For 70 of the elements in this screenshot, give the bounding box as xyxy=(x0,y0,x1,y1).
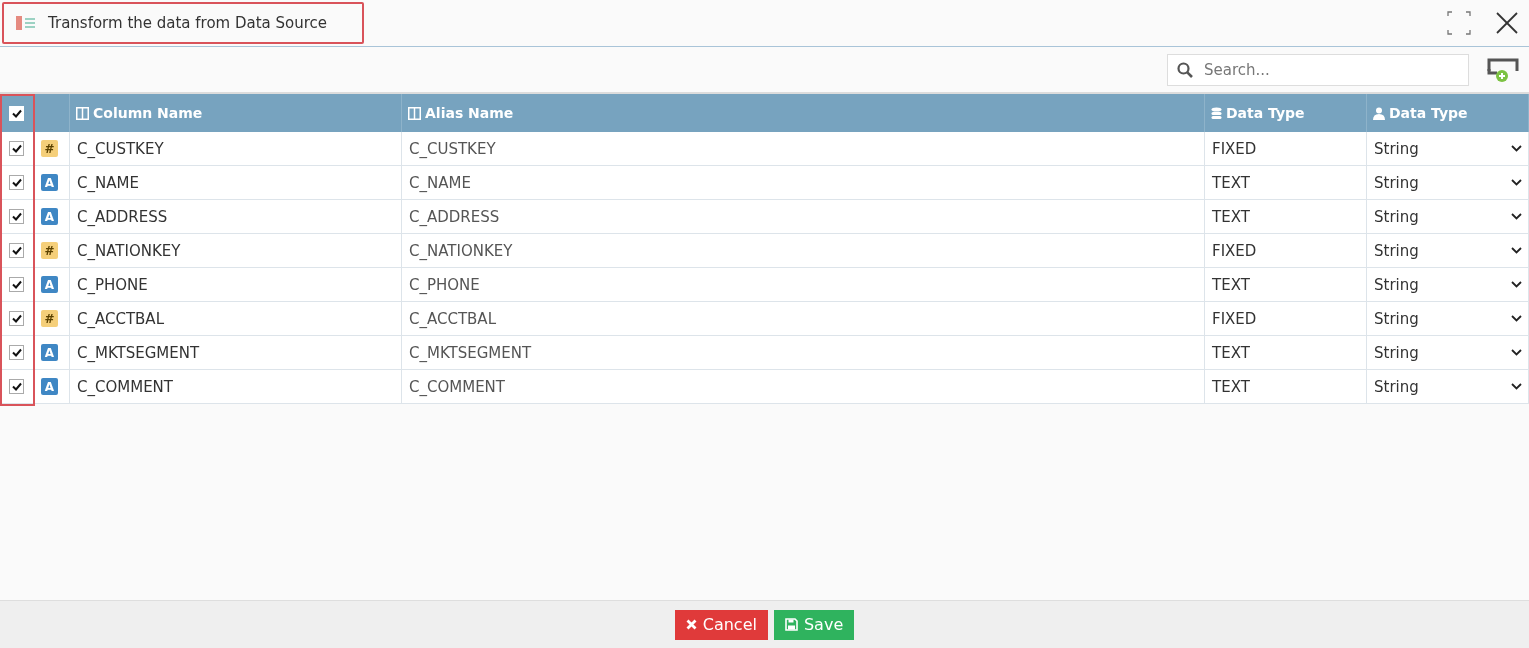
table-cell: C_COMMENT xyxy=(70,370,402,404)
chevron-icon xyxy=(1511,383,1522,390)
close-icon xyxy=(685,619,697,630)
checkbox[interactable] xyxy=(9,175,24,190)
column-header xyxy=(34,94,70,132)
checkbox[interactable] xyxy=(9,209,24,224)
chevron-icon xyxy=(1511,315,1522,322)
checkbox[interactable] xyxy=(9,311,24,326)
table-cell: C_NAME xyxy=(70,166,402,200)
column-icon xyxy=(76,106,89,120)
table-cell: C_COMMENT xyxy=(402,370,1205,404)
table-cell: FIXED xyxy=(1205,302,1367,336)
checkbox[interactable] xyxy=(9,141,24,156)
chevron-icon xyxy=(1511,349,1522,356)
chevron-icon xyxy=(1511,179,1522,186)
type-badge: # xyxy=(41,140,58,157)
checkbox[interactable] xyxy=(9,277,24,292)
maximize-icon[interactable] xyxy=(1447,11,1471,35)
type-badge: A xyxy=(41,344,58,361)
table-cell: C_CUSTKEY xyxy=(402,132,1205,166)
checkbox[interactable] xyxy=(9,345,24,360)
table-cell: C_ACCTBAL xyxy=(70,302,402,336)
save-icon xyxy=(784,618,798,631)
add-screen-icon[interactable] xyxy=(1487,56,1519,83)
table-cell: TEXT xyxy=(1205,370,1367,404)
table-cell: C_PHONE xyxy=(70,268,402,302)
table-cell: TEXT xyxy=(1205,268,1367,302)
table-cell: C_ACCTBAL xyxy=(402,302,1205,336)
type-dropdown[interactable]: String xyxy=(1367,336,1529,370)
checkbox[interactable] xyxy=(9,379,24,394)
window-title: Transform the data from Data Source xyxy=(48,14,328,32)
table-cell: C_ADDRESS xyxy=(70,200,402,234)
chevron-icon xyxy=(1511,281,1522,288)
table-cell: TEXT xyxy=(1205,200,1367,234)
type-badge: # xyxy=(41,310,58,327)
type-dropdown[interactable]: String xyxy=(1367,370,1529,404)
type-badge: A xyxy=(41,174,58,191)
table-cell: FIXED xyxy=(1205,234,1367,268)
table-cell: C_NATIONKEY xyxy=(402,234,1205,268)
checkbox[interactable] xyxy=(9,243,24,258)
table-cell: C_MKTSEGMENT xyxy=(402,336,1205,370)
chevron-icon xyxy=(1511,145,1522,152)
search-field[interactable]: Search... xyxy=(1167,53,1469,86)
type-badge: A xyxy=(41,276,58,293)
user-icon xyxy=(1373,106,1385,120)
type-dropdown[interactable]: String xyxy=(1367,200,1529,234)
type-dropdown[interactable]: String xyxy=(1367,268,1529,302)
table-cell: C_PHONE xyxy=(402,268,1205,302)
type-dropdown[interactable]: String xyxy=(1367,166,1529,200)
close-icon[interactable] xyxy=(1495,11,1519,35)
table-cell: TEXT xyxy=(1205,336,1367,370)
type-badge: A xyxy=(41,378,58,395)
chevron-icon xyxy=(1511,247,1522,254)
table-cell: C_NATIONKEY xyxy=(70,234,402,268)
table-cell: C_MKTSEGMENT xyxy=(70,336,402,370)
type-badge: A xyxy=(41,208,58,225)
type-badge: # xyxy=(41,242,58,259)
database-icon xyxy=(1211,106,1222,120)
table-cell: FIXED xyxy=(1205,132,1367,166)
transform-icon xyxy=(16,15,36,31)
type-dropdown[interactable]: String xyxy=(1367,132,1529,166)
type-dropdown[interactable]: String xyxy=(1367,302,1529,336)
table-cell: C_CUSTKEY xyxy=(70,132,402,166)
table-cell: C_ADDRESS xyxy=(402,200,1205,234)
table-cell: TEXT xyxy=(1205,166,1367,200)
type-dropdown[interactable]: String xyxy=(1367,234,1529,268)
table-cell: C_NAME xyxy=(402,166,1205,200)
chevron-icon xyxy=(1511,213,1522,220)
column-icon xyxy=(408,106,421,120)
cancel-button[interactable]: Cancel xyxy=(674,609,768,640)
